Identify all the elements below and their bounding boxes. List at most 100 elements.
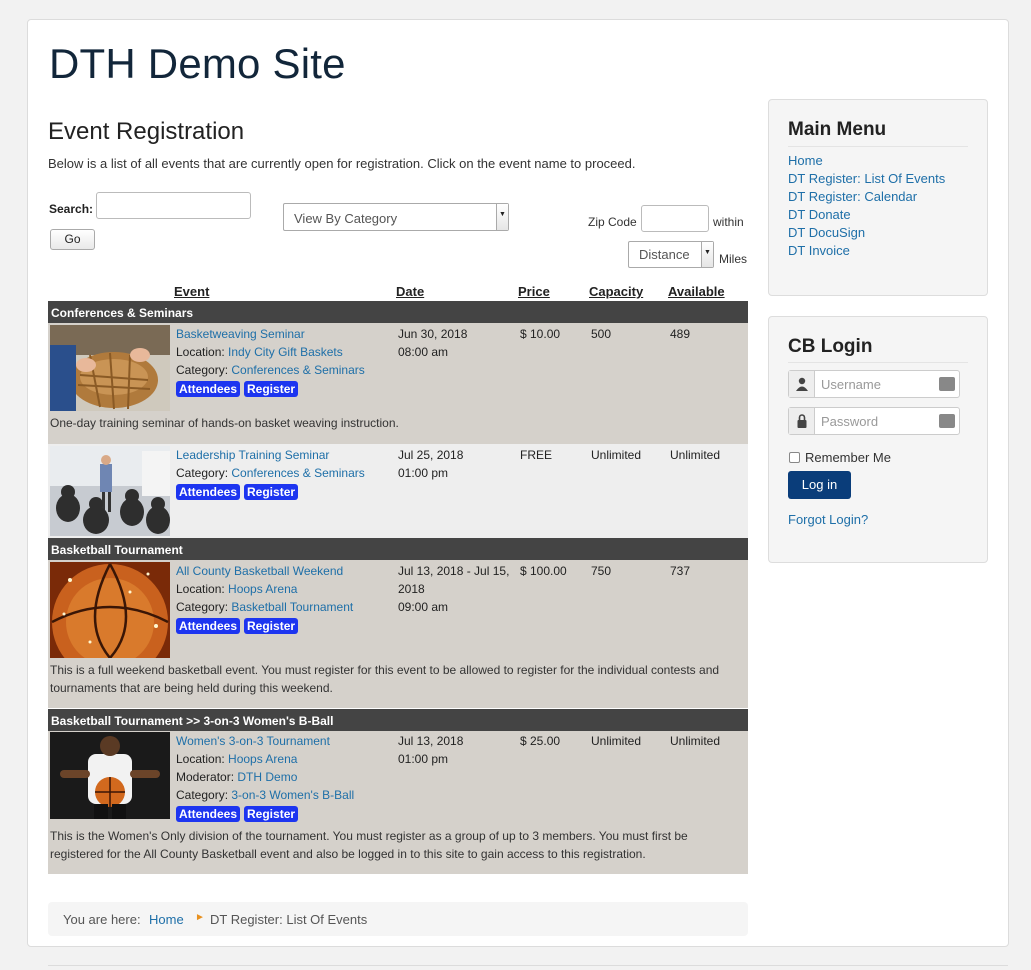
menu-item-donate[interactable]: DT Donate <box>788 207 851 222</box>
main-menu-list: Home DT Register: List Of Events DT Regi… <box>788 152 945 260</box>
event-info: All County Basketball Weekend Location: … <box>176 562 353 635</box>
menu-item-list-of-events[interactable]: DT Register: List Of Events <box>788 171 945 186</box>
event-date: Jul 13, 2018 - Jul 15, 2018 09:00 am <box>398 562 509 616</box>
login-module: CB Login Username Password Remember Me L… <box>768 316 988 563</box>
search-input[interactable] <box>96 192 251 219</box>
category-link[interactable]: 3-on-3 Women's B-Ball <box>231 788 354 802</box>
password-placeholder: Password <box>821 414 879 429</box>
location-link[interactable]: Hoops Arena <box>228 582 297 596</box>
remember-me[interactable]: Remember Me <box>789 450 891 465</box>
username-field[interactable]: Username <box>788 370 960 398</box>
event-description: This is the Women's Only division of the… <box>50 827 740 863</box>
forgot-login-link[interactable]: Forgot Login? <box>788 512 868 527</box>
register-button[interactable]: Register <box>244 484 299 500</box>
distance-select-value: Distance <box>639 247 690 262</box>
within-label: within <box>713 215 744 229</box>
event-name-link[interactable]: Basketweaving Seminar <box>176 327 305 341</box>
menu-item-docusign[interactable]: DT DocuSign <box>788 225 865 240</box>
register-button[interactable]: Register <box>244 806 299 822</box>
module-divider <box>788 146 968 147</box>
breadcrumb-current: DT Register: List Of Events <box>210 912 368 927</box>
category-label: Category: <box>176 363 229 377</box>
password-manager-icon[interactable] <box>939 377 955 391</box>
breadcrumb-home-link[interactable]: Home <box>149 912 184 927</box>
column-header-date[interactable]: Date <box>396 284 424 299</box>
go-button[interactable]: Go <box>50 229 95 250</box>
event-capacity: 500 <box>591 327 612 341</box>
location-link[interactable]: Hoops Arena <box>228 752 297 766</box>
menu-item-home[interactable]: Home <box>788 153 823 168</box>
login-title: CB Login <box>788 336 873 357</box>
event-capacity: Unlimited <box>591 734 642 748</box>
attendees-button[interactable]: Attendees <box>176 381 241 397</box>
event-description-line: This is the Women's Only division of the… <box>50 829 688 843</box>
attendees-button[interactable]: Attendees <box>176 618 241 634</box>
column-header-event[interactable]: Event <box>174 284 209 299</box>
remember-me-checkbox[interactable] <box>789 452 800 463</box>
username-placeholder: Username <box>821 377 881 392</box>
remember-me-label: Remember Me <box>805 450 891 465</box>
moderator-label: Moderator: <box>176 770 235 784</box>
event-date: Jul 13, 2018 01:00 pm <box>398 732 463 768</box>
category-link[interactable]: Conferences & Seminars <box>231 466 364 480</box>
category-link[interactable]: Basketball Tournament <box>231 600 353 614</box>
section-header-womens-bball: Basketball Tournament >> 3-on-3 Women's … <box>48 709 748 731</box>
event-price: $ 100.00 <box>520 564 567 578</box>
site-container: DTH Demo Site Event Registration Below i… <box>27 19 1009 947</box>
menu-item-calendar[interactable]: DT Register: Calendar <box>788 189 917 204</box>
event-date-line: Jul 25, 2018 <box>398 448 464 462</box>
event-description-line: This is a full weekend basketball event.… <box>50 663 720 677</box>
section-header-basketball: Basketball Tournament <box>48 538 748 560</box>
event-row-leadership: Leadership Training Seminar Category: Co… <box>48 444 748 538</box>
event-date: Jun 30, 2018 08:00 am <box>398 325 467 361</box>
zip-code-input[interactable] <box>641 205 709 232</box>
section-header-conferences: Conferences & Seminars <box>48 301 748 323</box>
password-field[interactable]: Password <box>788 407 960 435</box>
location-label: Location: <box>176 752 225 766</box>
menu-item-invoice[interactable]: DT Invoice <box>788 243 850 258</box>
moderator-link[interactable]: DTH Demo <box>237 770 297 784</box>
attendees-button[interactable]: Attendees <box>176 484 241 500</box>
category-link[interactable]: Conferences & Seminars <box>231 363 364 377</box>
event-date-line: Jul 13, 2018 <box>398 734 464 748</box>
select-arrow-icon: ▼ <box>496 204 508 230</box>
event-thumbnail-womens[interactable] <box>50 732 170 819</box>
column-header-available[interactable]: Available <box>668 284 725 299</box>
event-date-line: Jun 30, 2018 <box>398 327 468 341</box>
column-header-price[interactable]: Price <box>518 284 550 299</box>
intro-text: Below is a list of all events that are c… <box>48 156 636 171</box>
event-time-line: 01:00 pm <box>398 752 449 766</box>
module-divider <box>788 362 968 363</box>
breadcrumb-label: You are here: <box>63 912 141 927</box>
event-name-link[interactable]: Women's 3-on-3 Tournament <box>176 734 330 748</box>
event-thumbnail-leadership[interactable] <box>50 446 170 536</box>
user-icon <box>789 371 815 397</box>
event-time-line: 01:00 pm <box>398 466 449 480</box>
location-label: Location: <box>176 345 225 359</box>
password-manager-icon[interactable] <box>939 414 955 428</box>
category-select[interactable]: View By Category ▼ <box>283 203 509 231</box>
event-description: One-day training seminar of hands-on bas… <box>50 416 399 430</box>
register-button[interactable]: Register <box>244 381 299 397</box>
event-thumbnail-basketweaving[interactable] <box>50 325 170 411</box>
login-button[interactable]: Log in <box>788 471 851 499</box>
category-select-value: View By Category <box>294 211 398 226</box>
distance-select[interactable]: Distance ▼ <box>628 241 714 268</box>
breadcrumb: You are here: Home ► DT Register: List O… <box>48 902 748 936</box>
event-available: Unlimited <box>670 734 721 748</box>
event-available: Unlimited <box>670 448 721 462</box>
event-thumbnail-basketball[interactable] <box>50 562 170 658</box>
breadcrumb-separator-icon: ► <box>195 912 205 923</box>
event-name-link[interactable]: Leadership Training Seminar <box>176 448 329 462</box>
miles-label: Miles <box>719 252 748 266</box>
main-menu-title: Main Menu <box>788 119 887 140</box>
column-header-capacity[interactable]: Capacity <box>589 284 643 299</box>
category-label: Category: <box>176 788 229 802</box>
event-name-link[interactable]: All County Basketball Weekend <box>176 564 343 578</box>
attendees-button[interactable]: Attendees <box>176 806 241 822</box>
register-button[interactable]: Register <box>244 618 299 634</box>
event-date-line: Jul 13, 2018 - Jul 15, <box>398 564 510 578</box>
location-link[interactable]: Indy City Gift Baskets <box>228 345 343 359</box>
event-capacity: Unlimited <box>591 448 642 462</box>
event-info: Leadership Training Seminar Category: Co… <box>176 446 365 501</box>
